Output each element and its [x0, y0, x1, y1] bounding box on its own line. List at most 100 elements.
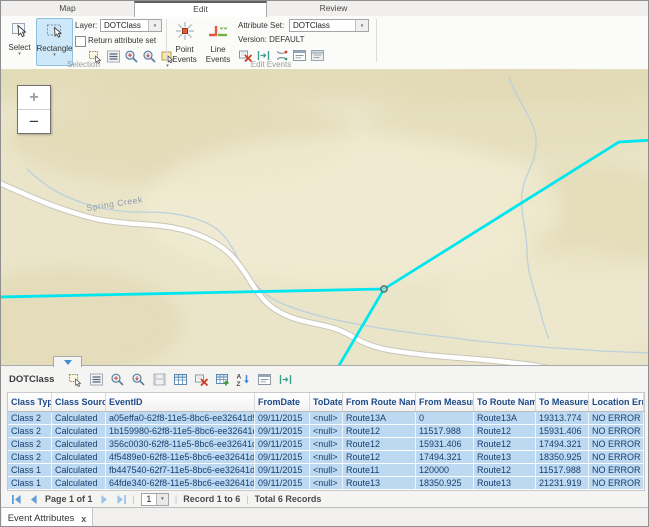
table-cell[interactable]: Route13: [474, 477, 536, 489]
combobox-arrow-icon[interactable]: ▾: [355, 20, 368, 31]
table-cell[interactable]: 09/11/2015: [255, 464, 310, 476]
table-cell[interactable]: 18350.925: [416, 477, 474, 489]
table-row[interactable]: Class 1Calculated64fde340-62f8-11e5-8bc6…: [8, 477, 644, 490]
table-cell[interactable]: Route12: [474, 425, 536, 437]
table-row[interactable]: Class 2Calculated4f5489e0-62f8-11e5-8bc6…: [8, 451, 644, 464]
table-cell[interactable]: Class 2: [8, 412, 52, 424]
return-attribute-set-checkbox[interactable]: [75, 36, 86, 47]
add-record-icon[interactable]: [215, 372, 230, 387]
line-events-button[interactable]: Line Events: [201, 18, 235, 66]
table-cell[interactable]: 17494.321: [536, 438, 589, 450]
table-cell[interactable]: NO ERROR: [589, 438, 644, 450]
column-header[interactable]: To Measure: [536, 393, 589, 411]
map-canvas[interactable]: Spring Creek + −: [1, 69, 649, 365]
table-cell[interactable]: 11517.988: [536, 464, 589, 476]
table-cell[interactable]: NO ERROR: [589, 477, 644, 489]
table-cell[interactable]: 11517.988: [416, 425, 474, 437]
column-header[interactable]: Location Error: [589, 393, 644, 411]
table-cell[interactable]: Class 2: [8, 438, 52, 450]
table-cell[interactable]: Calculated: [52, 412, 106, 424]
table-cell[interactable]: Class 2: [8, 451, 52, 463]
table-cell[interactable]: 09/11/2015: [255, 477, 310, 489]
table-cell[interactable]: Route12: [474, 464, 536, 476]
next-page-icon[interactable]: [99, 494, 110, 505]
table-cell[interactable]: Route13: [474, 451, 536, 463]
tab-event-attributes[interactable]: Event Attributes x: [2, 508, 93, 527]
table-cell[interactable]: Calculated: [52, 464, 106, 476]
column-header[interactable]: Class Type: [8, 393, 52, 411]
previous-page-icon[interactable]: [28, 494, 39, 505]
table-cell[interactable]: 17494.321: [416, 451, 474, 463]
table-cell[interactable]: NO ERROR: [589, 451, 644, 463]
table-cell[interactable]: Route12: [474, 438, 536, 450]
table-cell[interactable]: Class 1: [8, 477, 52, 489]
table-cell[interactable]: 0: [416, 412, 474, 424]
table-row[interactable]: Class 2Calculateda05effa0-62f8-11e5-8bc6…: [8, 412, 644, 425]
delete-record-icon[interactable]: [194, 372, 209, 387]
separation-icon[interactable]: [278, 372, 293, 387]
table-cell[interactable]: 64fde340-62f8-11e5-8bc6-ee32641d5ec9: [106, 477, 255, 489]
list-menu-icon[interactable]: [89, 372, 104, 387]
table-cell[interactable]: 120000: [416, 464, 474, 476]
table-cell[interactable]: NO ERROR: [589, 425, 644, 437]
table-cell[interactable]: <null>: [310, 438, 343, 450]
combobox-arrow-icon[interactable]: ▾: [148, 20, 161, 31]
rectangle-tool-button[interactable]: Rectangle ▾: [36, 18, 73, 66]
table-cell[interactable]: 15931.406: [536, 425, 589, 437]
table-cell[interactable]: Calculated: [52, 425, 106, 437]
table-cell[interactable]: Class 2: [8, 425, 52, 437]
table-cell[interactable]: <null>: [310, 425, 343, 437]
table-cell[interactable]: a05effa0-62f8-11e5-8bc6-ee32641d5ec9: [106, 412, 255, 424]
zoom-to-selected-icon[interactable]: [110, 372, 125, 387]
table-cell[interactable]: <null>: [310, 412, 343, 424]
table-cell[interactable]: 19313.774: [536, 412, 589, 424]
column-header[interactable]: ToDate: [310, 393, 343, 411]
table-cell[interactable]: Calculated: [52, 477, 106, 489]
table-view-icon[interactable]: [173, 372, 188, 387]
table-cell[interactable]: <null>: [310, 464, 343, 476]
combobox-arrow-icon[interactable]: ▾: [156, 494, 168, 505]
table-cell[interactable]: 09/11/2015: [255, 451, 310, 463]
table-cell[interactable]: <null>: [310, 451, 343, 463]
table-cell[interactable]: Route12: [343, 451, 416, 463]
route-junction-marker[interactable]: [381, 286, 387, 292]
column-header[interactable]: FromDate: [255, 393, 310, 411]
table-row[interactable]: Class 2Calculated356c0030-62f8-11e5-8bc6…: [8, 438, 644, 451]
table-cell[interactable]: 09/11/2015: [255, 425, 310, 437]
table-cell[interactable]: 09/11/2015: [255, 412, 310, 424]
sort-records-icon[interactable]: AZ: [236, 372, 251, 387]
tab-review[interactable]: Review: [267, 1, 400, 16]
column-header[interactable]: EventID: [106, 393, 255, 411]
tab-edit[interactable]: Edit: [134, 1, 267, 17]
table-cell[interactable]: 18350.925: [536, 451, 589, 463]
table-cell[interactable]: Route12: [343, 438, 416, 450]
table-cell[interactable]: Class 1: [8, 464, 52, 476]
table-cell[interactable]: Route12: [343, 425, 416, 437]
table-cell[interactable]: Calculated: [52, 451, 106, 463]
point-events-button[interactable]: Point Events: [169, 18, 200, 66]
table-cell[interactable]: Route13A: [343, 412, 416, 424]
table-cell[interactable]: fb447540-62f7-11e5-8bc6-ee32641d5ec9: [106, 464, 255, 476]
table-cell[interactable]: <null>: [310, 477, 343, 489]
zoom-in-button[interactable]: +: [18, 86, 50, 110]
table-cell[interactable]: Calculated: [52, 438, 106, 450]
table-cell[interactable]: Route13A: [474, 412, 536, 424]
last-page-icon[interactable]: [116, 494, 127, 505]
select-records-icon[interactable]: [68, 372, 83, 387]
select-tool-button[interactable]: Select ▾: [4, 18, 35, 66]
table-cell[interactable]: 15931.406: [416, 438, 474, 450]
attribute-set-combobox[interactable]: DOTClass ▾: [289, 19, 369, 32]
table-cell[interactable]: Route13: [343, 477, 416, 489]
table-cell[interactable]: NO ERROR: [589, 464, 644, 476]
layer-combobox[interactable]: DOTClass ▾: [100, 19, 162, 32]
column-header[interactable]: To Route Name: [474, 393, 536, 411]
first-page-icon[interactable]: [11, 494, 22, 505]
table-cell[interactable]: 356c0030-62f8-11e5-8bc6-ee32641d5ec9: [106, 438, 255, 450]
table-row[interactable]: Class 2Calculated1b159980-62f8-11e5-8bc6…: [8, 425, 644, 438]
column-header[interactable]: From Route Name: [343, 393, 416, 411]
table-row[interactable]: Class 1Calculatedfb447540-62f7-11e5-8bc6…: [8, 464, 644, 477]
table-cell[interactable]: Route11: [343, 464, 416, 476]
close-tab-icon[interactable]: x: [81, 514, 86, 524]
table-cell[interactable]: 09/11/2015: [255, 438, 310, 450]
table-cell[interactable]: 1b159980-62f8-11e5-8bc6-ee32641d5ec9: [106, 425, 255, 437]
